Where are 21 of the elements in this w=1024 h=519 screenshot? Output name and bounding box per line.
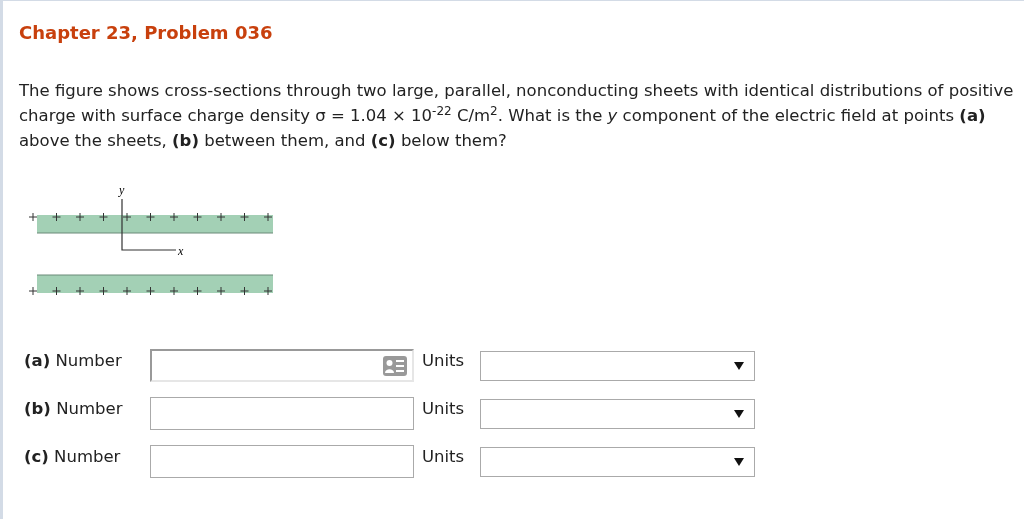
answer-label: (c) Number (24, 446, 122, 468)
dropdown-arrow-icon (734, 410, 744, 418)
units-dropdown[interactable] (480, 351, 755, 381)
number-field[interactable] (150, 445, 414, 478)
problem-title: Chapter 23, Problem 036 (19, 21, 274, 45)
number-field[interactable] (150, 349, 414, 382)
answer-label: (b) Number (24, 398, 124, 420)
dropdown-arrow-icon (734, 362, 744, 370)
axis-label: x (178, 244, 184, 258)
axes-drawing (121, 198, 177, 251)
axis-label: y (119, 183, 125, 197)
dropdown-arrow-icon (734, 458, 744, 466)
contact-card-icon[interactable] (383, 355, 407, 376)
units-dropdown[interactable] (480, 399, 755, 429)
units-dropdown[interactable] (480, 447, 755, 477)
answer-label: (a) Number (24, 350, 123, 372)
units-label: Units (422, 398, 466, 420)
units-label: Units (422, 350, 466, 372)
units-label: Units (422, 446, 466, 468)
question-text: The figure shows cross-sections through two large, parallel, nonconducting sheets with identical distributions of positive charge with surface charge density σ = 1.04 × 10$^{-22}$ C/m$^{2}$. What is the y component of the electric field at points (a) above the sheets, (b) between them, and (c) below them? (19, 80, 1014, 152)
number-field[interactable] (150, 397, 414, 430)
